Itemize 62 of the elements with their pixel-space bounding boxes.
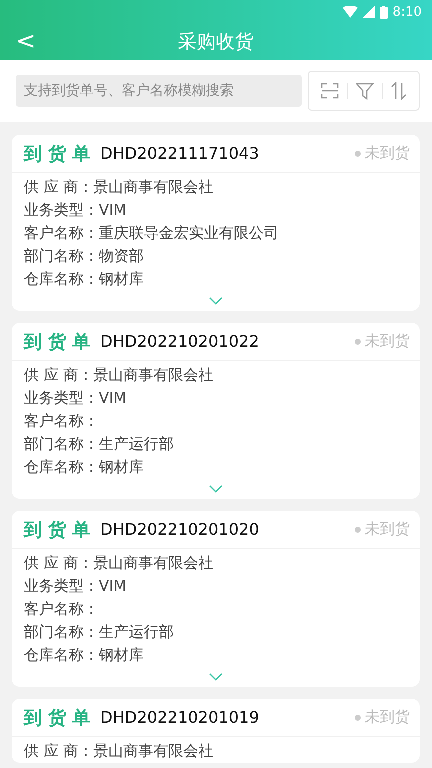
field-value: 重庆联导金宏实业有限公司: [99, 223, 279, 244]
field-label: 客户名称：: [24, 599, 99, 620]
field-label: 业务类型：: [24, 576, 99, 597]
field-label: 供 应 商：: [24, 365, 94, 386]
field-label: 仓库名称：: [24, 457, 99, 478]
field-label: 供 应 商：: [24, 177, 94, 198]
field-value: VIM: [99, 200, 127, 221]
field-label: 业务类型：: [24, 388, 99, 409]
chevron-icon[interactable]: [209, 673, 223, 681]
field-label: 部门名称：: [24, 622, 99, 643]
filter-icon: [356, 82, 374, 100]
order-status: 未到货: [365, 144, 410, 163]
field-value: VIM: [99, 388, 127, 409]
field-value: 景山商事有限会社: [94, 553, 214, 574]
field-value: 钢材库: [99, 457, 144, 478]
order-type-label: 到 货 单: [24, 518, 91, 542]
field-value: 生产运行部: [99, 434, 174, 455]
search-field[interactable]: 支持到货单号、客户名称模糊搜索: [16, 75, 302, 107]
field-label: 仓库名称：: [24, 269, 99, 290]
clock-time: 8:10: [392, 4, 422, 20]
order-number: DHD202211171043: [100, 144, 260, 163]
order-number: DHD202210201019: [100, 708, 260, 727]
scan-icon: [321, 83, 339, 99]
field-value: 生产运行部: [99, 622, 174, 643]
page-title: 采购收货: [178, 30, 254, 55]
field-value: VIM: [99, 576, 127, 597]
status-dot: [355, 338, 361, 344]
order-card[interactable]: 到 货 单 DHD202210201020 未到货 供 应 商：景山商事有限会社 业务类型：VIM 客户名称： 部门名称：生产运行部 仓库名称：钢材库: [12, 511, 420, 687]
field-value: 物资部: [99, 246, 144, 267]
status-dot: [355, 150, 361, 156]
signal-icon: [362, 6, 375, 18]
field-label: 业务类型：: [24, 200, 99, 221]
order-type-label: 到 货 单: [24, 706, 91, 730]
order-status: 未到货: [365, 520, 410, 539]
field-value: 景山商事有限会社: [94, 741, 214, 762]
field-label: 客户名称：: [24, 223, 99, 244]
order-number: DHD202210201022: [100, 332, 260, 351]
field-label: 部门名称：: [24, 246, 99, 267]
wifi-icon: [342, 6, 358, 18]
field-label: 部门名称：: [24, 434, 99, 455]
field-label: 客户名称：: [24, 411, 99, 432]
status-dot: [355, 526, 361, 532]
field-label: 仓库名称：: [24, 645, 99, 666]
chevron-icon[interactable]: [209, 485, 223, 493]
sort-icon: [391, 82, 407, 100]
battery-icon: [380, 6, 388, 18]
order-status: 未到货: [365, 332, 410, 351]
chevron-icon[interactable]: [209, 297, 223, 305]
order-number: DHD202210201020: [100, 520, 260, 539]
field-value: 景山商事有限会社: [94, 177, 214, 198]
field-value: 钢材库: [99, 269, 144, 290]
order-status: 未到货: [365, 708, 410, 727]
field-value: 钢材库: [99, 645, 144, 666]
order-type-label: 到 货 单: [24, 142, 91, 166]
order-card[interactable]: 到 货 单 DHD202210201019 未到货 供 应 商：景山商事有限会社: [12, 699, 420, 763]
status-dot: [355, 714, 361, 720]
order-type-label: 到 货 单: [24, 330, 91, 354]
order-card[interactable]: 到 货 单 DHD202210201022 未到货 供 应 商：景山商事有限会社 业务类型：VIM 客户名称： 部门名称：生产运行部 仓库名称：钢材库: [12, 323, 420, 499]
order-card[interactable]: 到 货 单 DHD202211171043 未到货 供 应 商：景山商事有限会社 业务类型：VIM 客户名称：重庆联导金宏实业有限公司 部门名称：物资部 仓库名称：钢材库: [12, 135, 420, 311]
field-label: 供 应 商：: [24, 741, 94, 762]
field-value: 景山商事有限会社: [94, 365, 214, 386]
field-label: 供 应 商：: [24, 553, 94, 574]
